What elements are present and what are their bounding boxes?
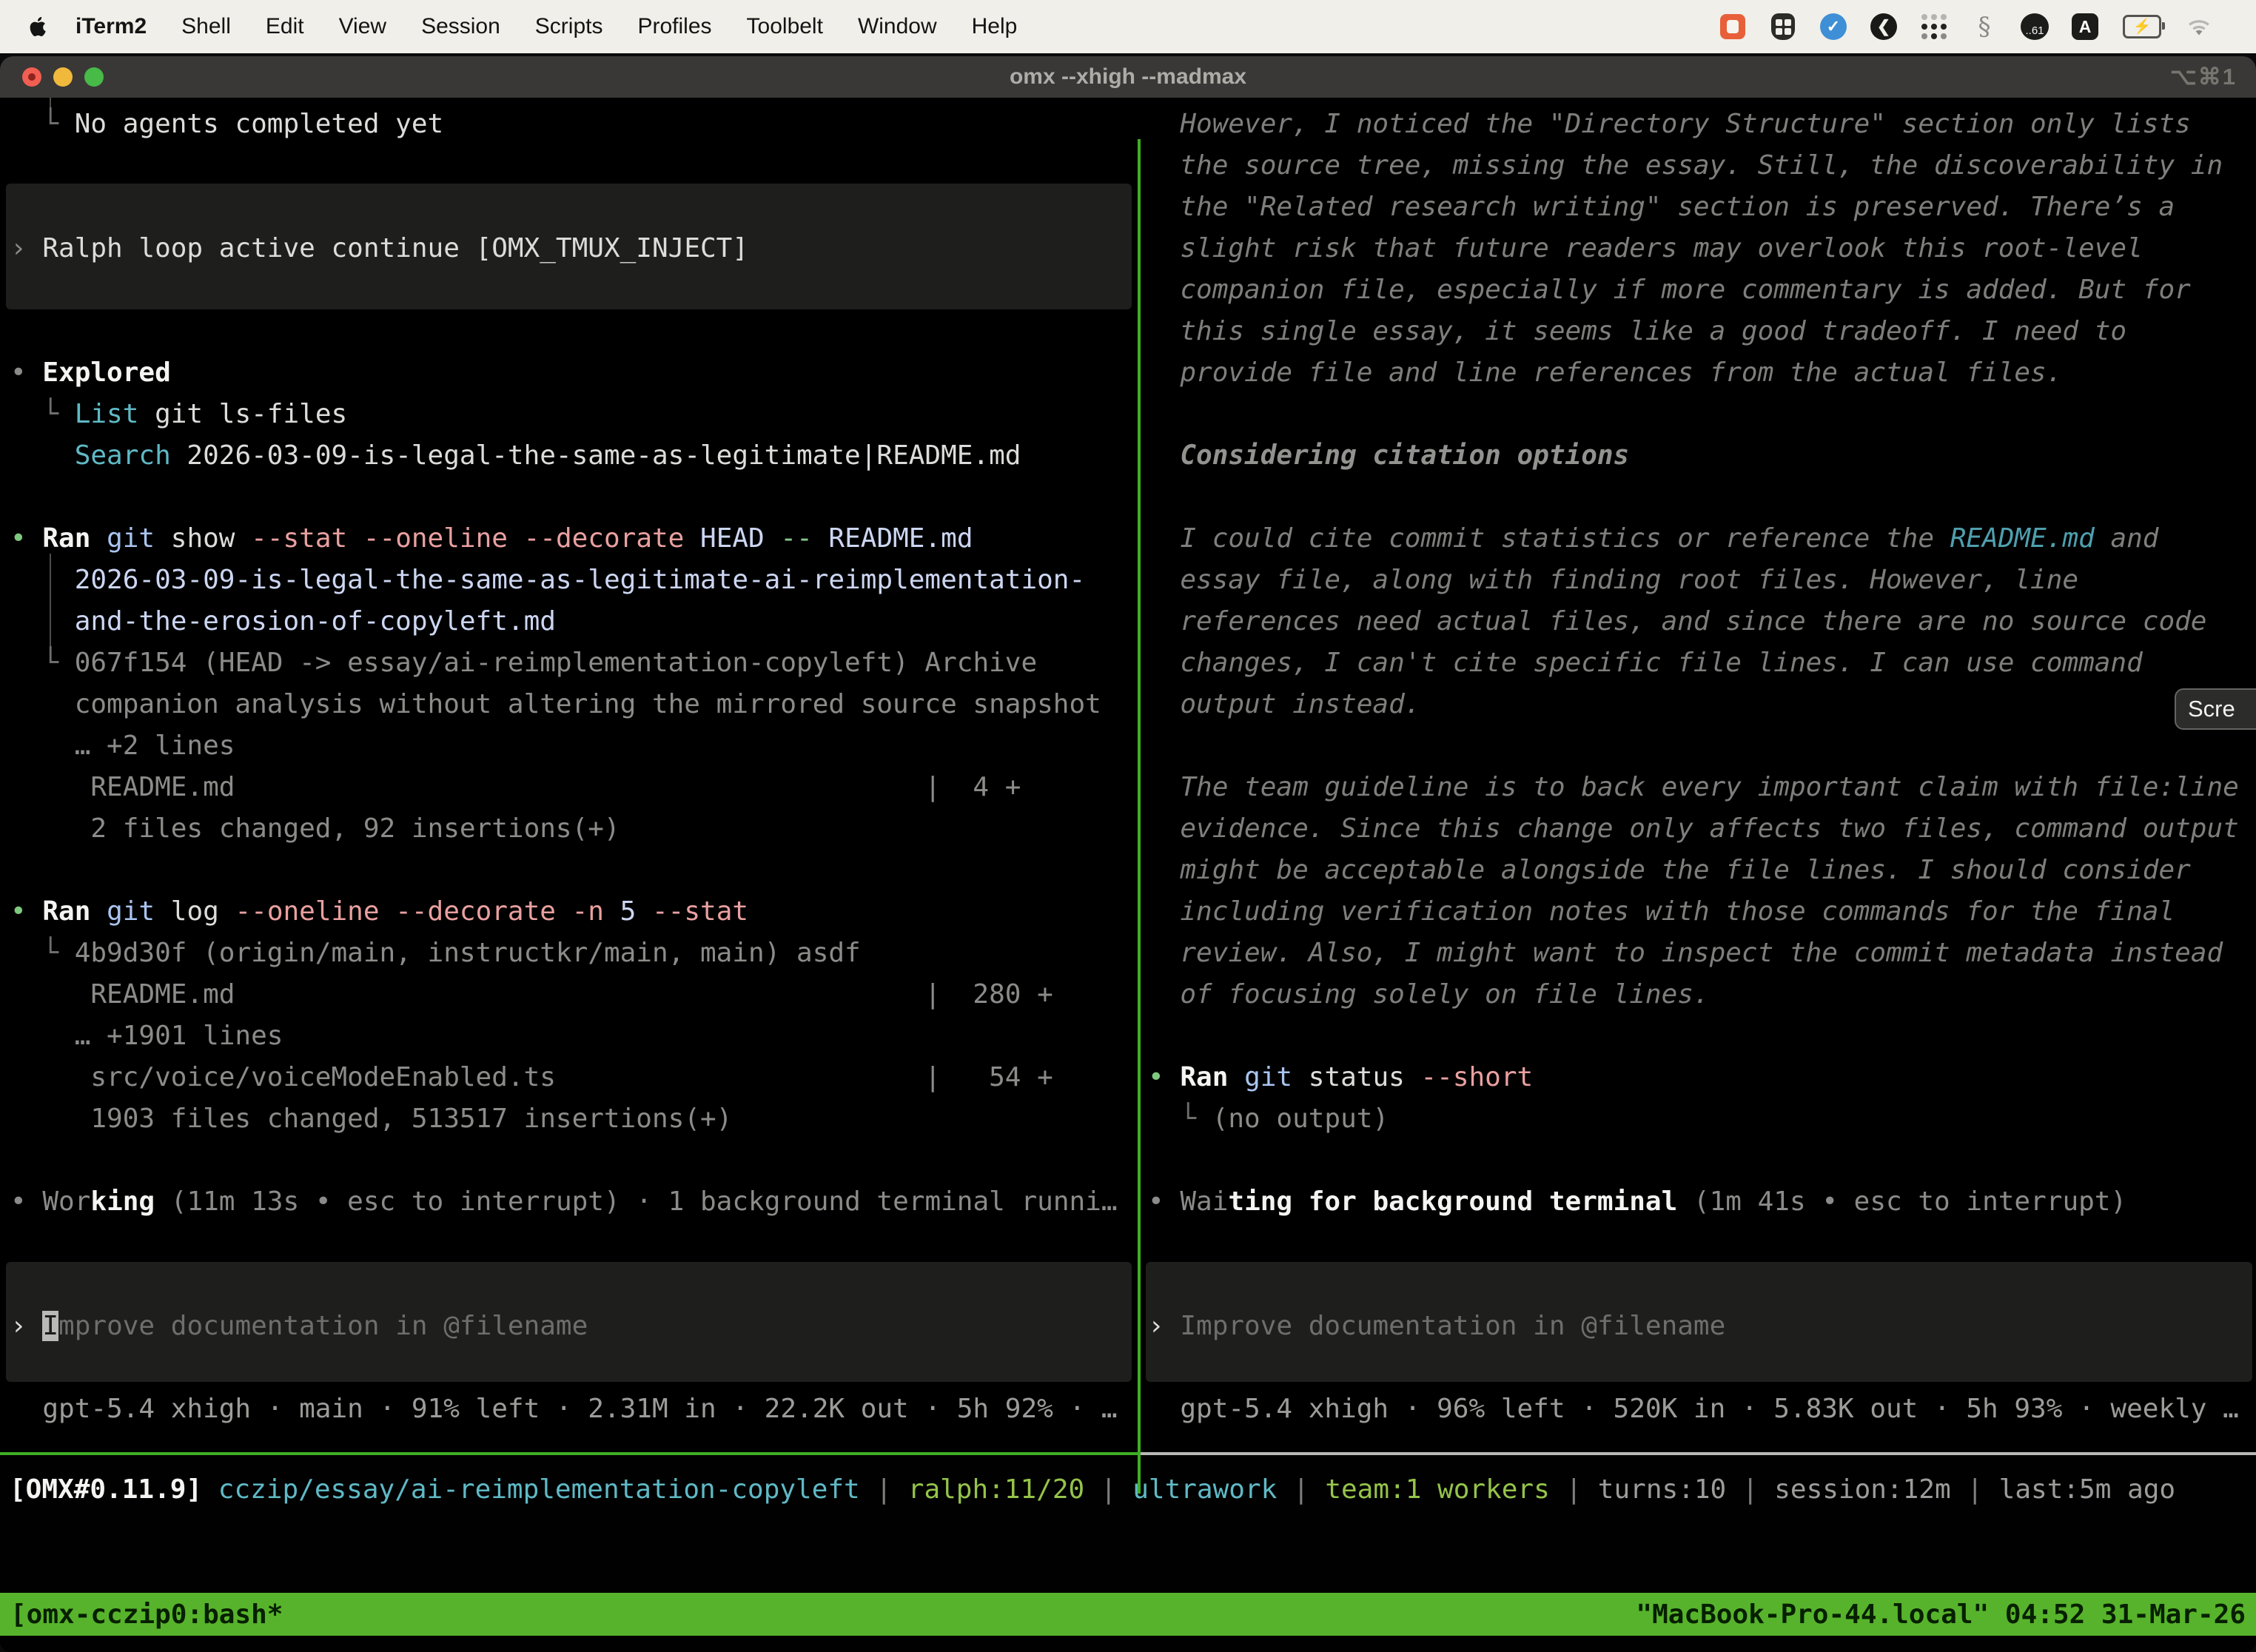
terminal-line: • Ran git show --stat --oneline --decora… — [10, 518, 1138, 560]
iterm-window: omx --xhigh --madmax ⌥⌘1 └ No agents com… — [0, 56, 2256, 1652]
terminal-line: src/voice/voiceModeEnabled.ts | 54 + — [10, 1057, 1138, 1098]
terminal-line: the "Related research writing" section i… — [1148, 187, 2256, 228]
terminal-area: └ No agents completed yet › Ralph loop ac… — [0, 98, 2256, 1452]
terminal-line: … +1901 lines — [10, 1015, 1138, 1057]
terminal-line: companion analysis without altering the … — [10, 684, 1138, 725]
terminal-line: └ No agents completed yet — [10, 104, 1138, 145]
tmux-pane-right[interactable]: However, I noticed the "Directory Struct… — [1144, 98, 2256, 1452]
terminal-line: changes, I can't cite specific file line… — [1148, 642, 2256, 684]
menu-item[interactable]: Profiles — [637, 14, 711, 39]
wifi-icon[interactable] — [2185, 13, 2213, 41]
terminal-line: › Ralph loop active continue [OMX_TMUX_I… — [10, 228, 1138, 269]
menu-item[interactable]: iTerm2 — [75, 14, 147, 39]
terminal-line: gpt-5.4 xhigh · 96% left · 520K in · 5.8… — [1148, 1389, 2256, 1430]
menu-item[interactable]: Edit — [266, 14, 304, 39]
a-icon[interactable]: A — [2071, 13, 2099, 41]
shield-icon[interactable] — [1769, 13, 1797, 41]
window-title: omx --xhigh --madmax — [0, 64, 2256, 90]
terminal-line: I could cite commit statistics or refere… — [1148, 518, 2256, 560]
keyboard-maestro-icon[interactable]: ❮ — [1870, 13, 1898, 41]
menu-items: iTerm2 Shell Edit View Session Scripts Profile… — [75, 14, 1017, 39]
terminal-line: gpt-5.4 xhigh · main · 91% left · 2.31M … — [10, 1389, 1138, 1430]
menu-item[interactable]: Help — [972, 14, 1018, 39]
screen-share-overlay[interactable]: Scre — [2175, 688, 2256, 730]
terminal-line: references need actual files, and since … — [1148, 601, 2256, 642]
terminal-line: • Waiting for background terminal (1m 41… — [1148, 1181, 2256, 1223]
menu-status-icons: ✓ ❮ § ..61 A ⚡ — [1719, 13, 2213, 41]
menu-bar: iTerm2 Shell Edit View Session Scripts Profile… — [0, 0, 2256, 53]
pane-bottom-border-active — [0, 1452, 1141, 1455]
terminal-line: Search 2026-03-09-is-legal-the-same-as-l… — [10, 435, 1138, 477]
counter-icon[interactable]: ..61 — [2021, 13, 2049, 41]
terminal-line: README.md | 4 + — [10, 767, 1138, 808]
terminal-line: evidence. Since this change only affects… — [1148, 808, 2256, 850]
terminal-line: output instead. — [1148, 684, 2256, 725]
terminal-line: • Ran git log --oneline --decorate -n 5 … — [10, 891, 1138, 933]
terminal-line: README.md | 280 + — [10, 974, 1138, 1015]
terminal-line: and-the-erosion-of-copyleft.md — [10, 601, 1138, 642]
terminal-line: • Ran git status --short — [1148, 1057, 2256, 1098]
terminal-line: provide file and line references from th… — [1148, 352, 2256, 394]
pane-bottom-border-inactive — [1141, 1452, 2256, 1455]
pane-divider[interactable] — [1138, 139, 1141, 1494]
menu-item[interactable]: Window — [858, 14, 937, 39]
terminal-line: └ 4b9d30f (origin/main, instructkr/main,… — [10, 933, 1138, 974]
terminal-line: this single essay, it seems like a good … — [1148, 311, 2256, 352]
menu-item[interactable]: View — [339, 14, 386, 39]
terminal-line: 2026-03-09-is-legal-the-same-as-legitima… — [10, 560, 1138, 601]
terminal-line: 2 files changed, 92 insertions(+) — [10, 808, 1138, 850]
terminal-line: essay file, along with finding root file… — [1148, 560, 2256, 601]
terminal-line: However, I noticed the "Directory Struct… — [1148, 104, 2256, 145]
terminal-line: companion file, especially if more comme… — [1148, 269, 2256, 311]
tmux-host-clock: "MacBook-Pro-44.local" 04:52 31-Mar-26 — [1636, 1599, 2246, 1630]
terminal-line: might be acceptable alongside the file l… — [1148, 850, 2256, 891]
terminal-line: Considering citation options — [1148, 435, 2256, 477]
terminal-line: The team guideline is to back every impo… — [1148, 767, 2256, 808]
terminal-line: └ List git ls-files — [10, 394, 1138, 435]
menu-item[interactable]: Shell — [181, 14, 231, 39]
battery-icon[interactable]: ⚡ — [2121, 13, 2163, 41]
tmux-pane-left[interactable]: └ No agents completed yet › Ralph loop ac… — [0, 98, 1138, 1452]
terminal-line: the source tree, missing the essay. Stil… — [1148, 145, 2256, 187]
terminal-line: └ (no output) — [1148, 1098, 2256, 1140]
omx-status-line: [OMX#0.11.9] cczip/essay/ai-reimplementa… — [10, 1469, 2175, 1511]
terminal-line: review. Also, I might want to inspect th… — [1148, 933, 2256, 974]
terminal-line: 1903 files changed, 513517 insertions(+) — [10, 1098, 1138, 1140]
terminal-line: • Working (11m 13s • esc to interrupt) ·… — [10, 1181, 1138, 1223]
apple-icon[interactable] — [28, 16, 47, 38]
terminal-line: └ 067f154 (HEAD -> essay/ai-reimplementa… — [10, 642, 1138, 684]
terminal-line: › Improve documentation in @filename — [10, 1306, 1138, 1347]
window-titlebar: omx --xhigh --madmax ⌥⌘1 — [0, 56, 2256, 98]
terminal-line: › Improve documentation in @filename — [1148, 1306, 2256, 1347]
menu-item[interactable]: Toolbelt — [747, 14, 823, 39]
window-shortcut: ⌥⌘1 — [2170, 64, 2237, 90]
tmux-status-bar: [omx-cczip0:bash* "MacBook-Pro-44.local"… — [0, 1593, 2256, 1636]
tmux-session-label: [omx-cczip0:bash* — [10, 1599, 283, 1630]
terminal-line: • Explored — [10, 352, 1138, 394]
dots-grid-icon[interactable] — [1920, 13, 1948, 41]
terminal-line: slight risk that future readers may over… — [1148, 228, 2256, 269]
squiggle-icon[interactable]: § — [1970, 13, 1998, 41]
menu-item[interactable]: Session — [421, 14, 500, 39]
terminal-line: including verification notes with those … — [1148, 891, 2256, 933]
terminal-line: … +2 lines — [10, 725, 1138, 767]
terminal-line: of focusing solely on file lines. — [1148, 974, 2256, 1015]
menu-item[interactable]: Scripts — [535, 14, 603, 39]
badge-icon[interactable]: ✓ — [1819, 13, 1847, 41]
chat-app-icon[interactable] — [1719, 13, 1747, 41]
